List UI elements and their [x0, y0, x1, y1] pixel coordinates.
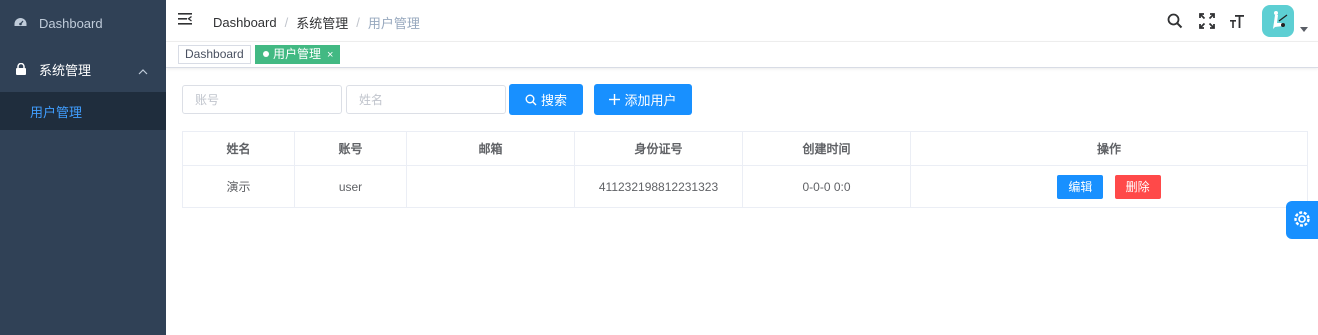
cell-email [406, 165, 575, 208]
account-input[interactable] [182, 85, 342, 114]
dashboard-icon [14, 17, 27, 30]
name-input[interactable] [346, 85, 506, 114]
delete-button[interactable]: 删除 [1114, 174, 1161, 199]
sidebar-submenu: 用户管理 [0, 92, 166, 130]
column-header: 邮箱 [406, 131, 575, 166]
chevron-up-icon [138, 63, 148, 78]
breadcrumb-item[interactable]: 系统管理 [296, 13, 348, 32]
search-button[interactable]: 搜索 [509, 84, 583, 115]
font-size-icon[interactable] [1228, 12, 1246, 30]
tag-dashboard[interactable]: Dashboard [178, 45, 251, 64]
navbar: Dashboard / 系统管理 / 用户管理 [166, 0, 1318, 42]
cell-created: 0-0-0 0:0 [742, 165, 911, 208]
sidebar-item-dashboard[interactable]: Dashboard [0, 0, 166, 46]
sidebar-item-user-management[interactable]: 用户管理 [0, 92, 166, 130]
cell-account: user [294, 165, 407, 208]
fullscreen-icon[interactable] [1198, 12, 1216, 30]
settings-button[interactable] [1286, 201, 1318, 239]
table-row: 演示 user 411232198812231323 0-0-0 0:0 编辑 … [182, 165, 1308, 208]
column-header: 操作 [910, 131, 1308, 166]
edit-button[interactable]: 编辑 [1057, 174, 1104, 199]
column-header: 账号 [294, 131, 407, 166]
plus-icon [609, 94, 621, 105]
add-user-button[interactable]: 添加用户 [594, 84, 692, 115]
breadcrumb-item[interactable]: Dashboard [213, 15, 277, 30]
user-table: 姓名 账号 邮箱 身份证号 创建时间 操作 演示 user 4112321988… [182, 131, 1308, 208]
tag-label: 用户管理 [273, 47, 322, 61]
hamburger-icon[interactable] [178, 13, 194, 27]
column-header: 创建时间 [742, 131, 911, 166]
cell-actions: 编辑 删除 [910, 165, 1308, 208]
column-header: 姓名 [182, 131, 295, 166]
cell-id-number: 411232198812231323 [574, 165, 743, 208]
sidebar: Dashboard 系统管理 用户管理 [0, 0, 166, 335]
sidebar-item-label: Dashboard [39, 15, 103, 31]
lock-icon [14, 63, 27, 76]
gear-icon [1293, 210, 1311, 231]
caret-down-icon[interactable] [1300, 27, 1308, 32]
breadcrumb: Dashboard / 系统管理 / 用户管理 [213, 13, 420, 32]
column-header: 身份证号 [574, 131, 743, 166]
tag-label: Dashboard [185, 47, 244, 61]
search-icon[interactable] [1166, 12, 1184, 30]
search-button-label: 搜索 [540, 93, 567, 108]
tag-user-management[interactable]: 用户管理 × [255, 45, 341, 64]
tags-view: Dashboard 用户管理 × [166, 42, 1318, 68]
add-user-button-label: 添加用户 [624, 93, 677, 108]
avatar[interactable] [1262, 5, 1294, 37]
cell-name: 演示 [182, 165, 295, 208]
table-header-row: 姓名 账号 邮箱 身份证号 创建时间 操作 [182, 131, 1308, 166]
search-icon [525, 94, 537, 106]
breadcrumb-separator: / [356, 15, 360, 30]
sidebar-item-label: 系统管理 [39, 62, 92, 78]
active-dot-icon [263, 51, 269, 57]
breadcrumb-item-current: 用户管理 [367, 16, 420, 31]
sidebar-item-system-management[interactable]: 系统管理 [0, 46, 166, 92]
close-icon[interactable]: × [327, 49, 333, 61]
sidebar-subitem-label: 用户管理 [30, 104, 83, 120]
breadcrumb-separator: / [284, 15, 289, 30]
